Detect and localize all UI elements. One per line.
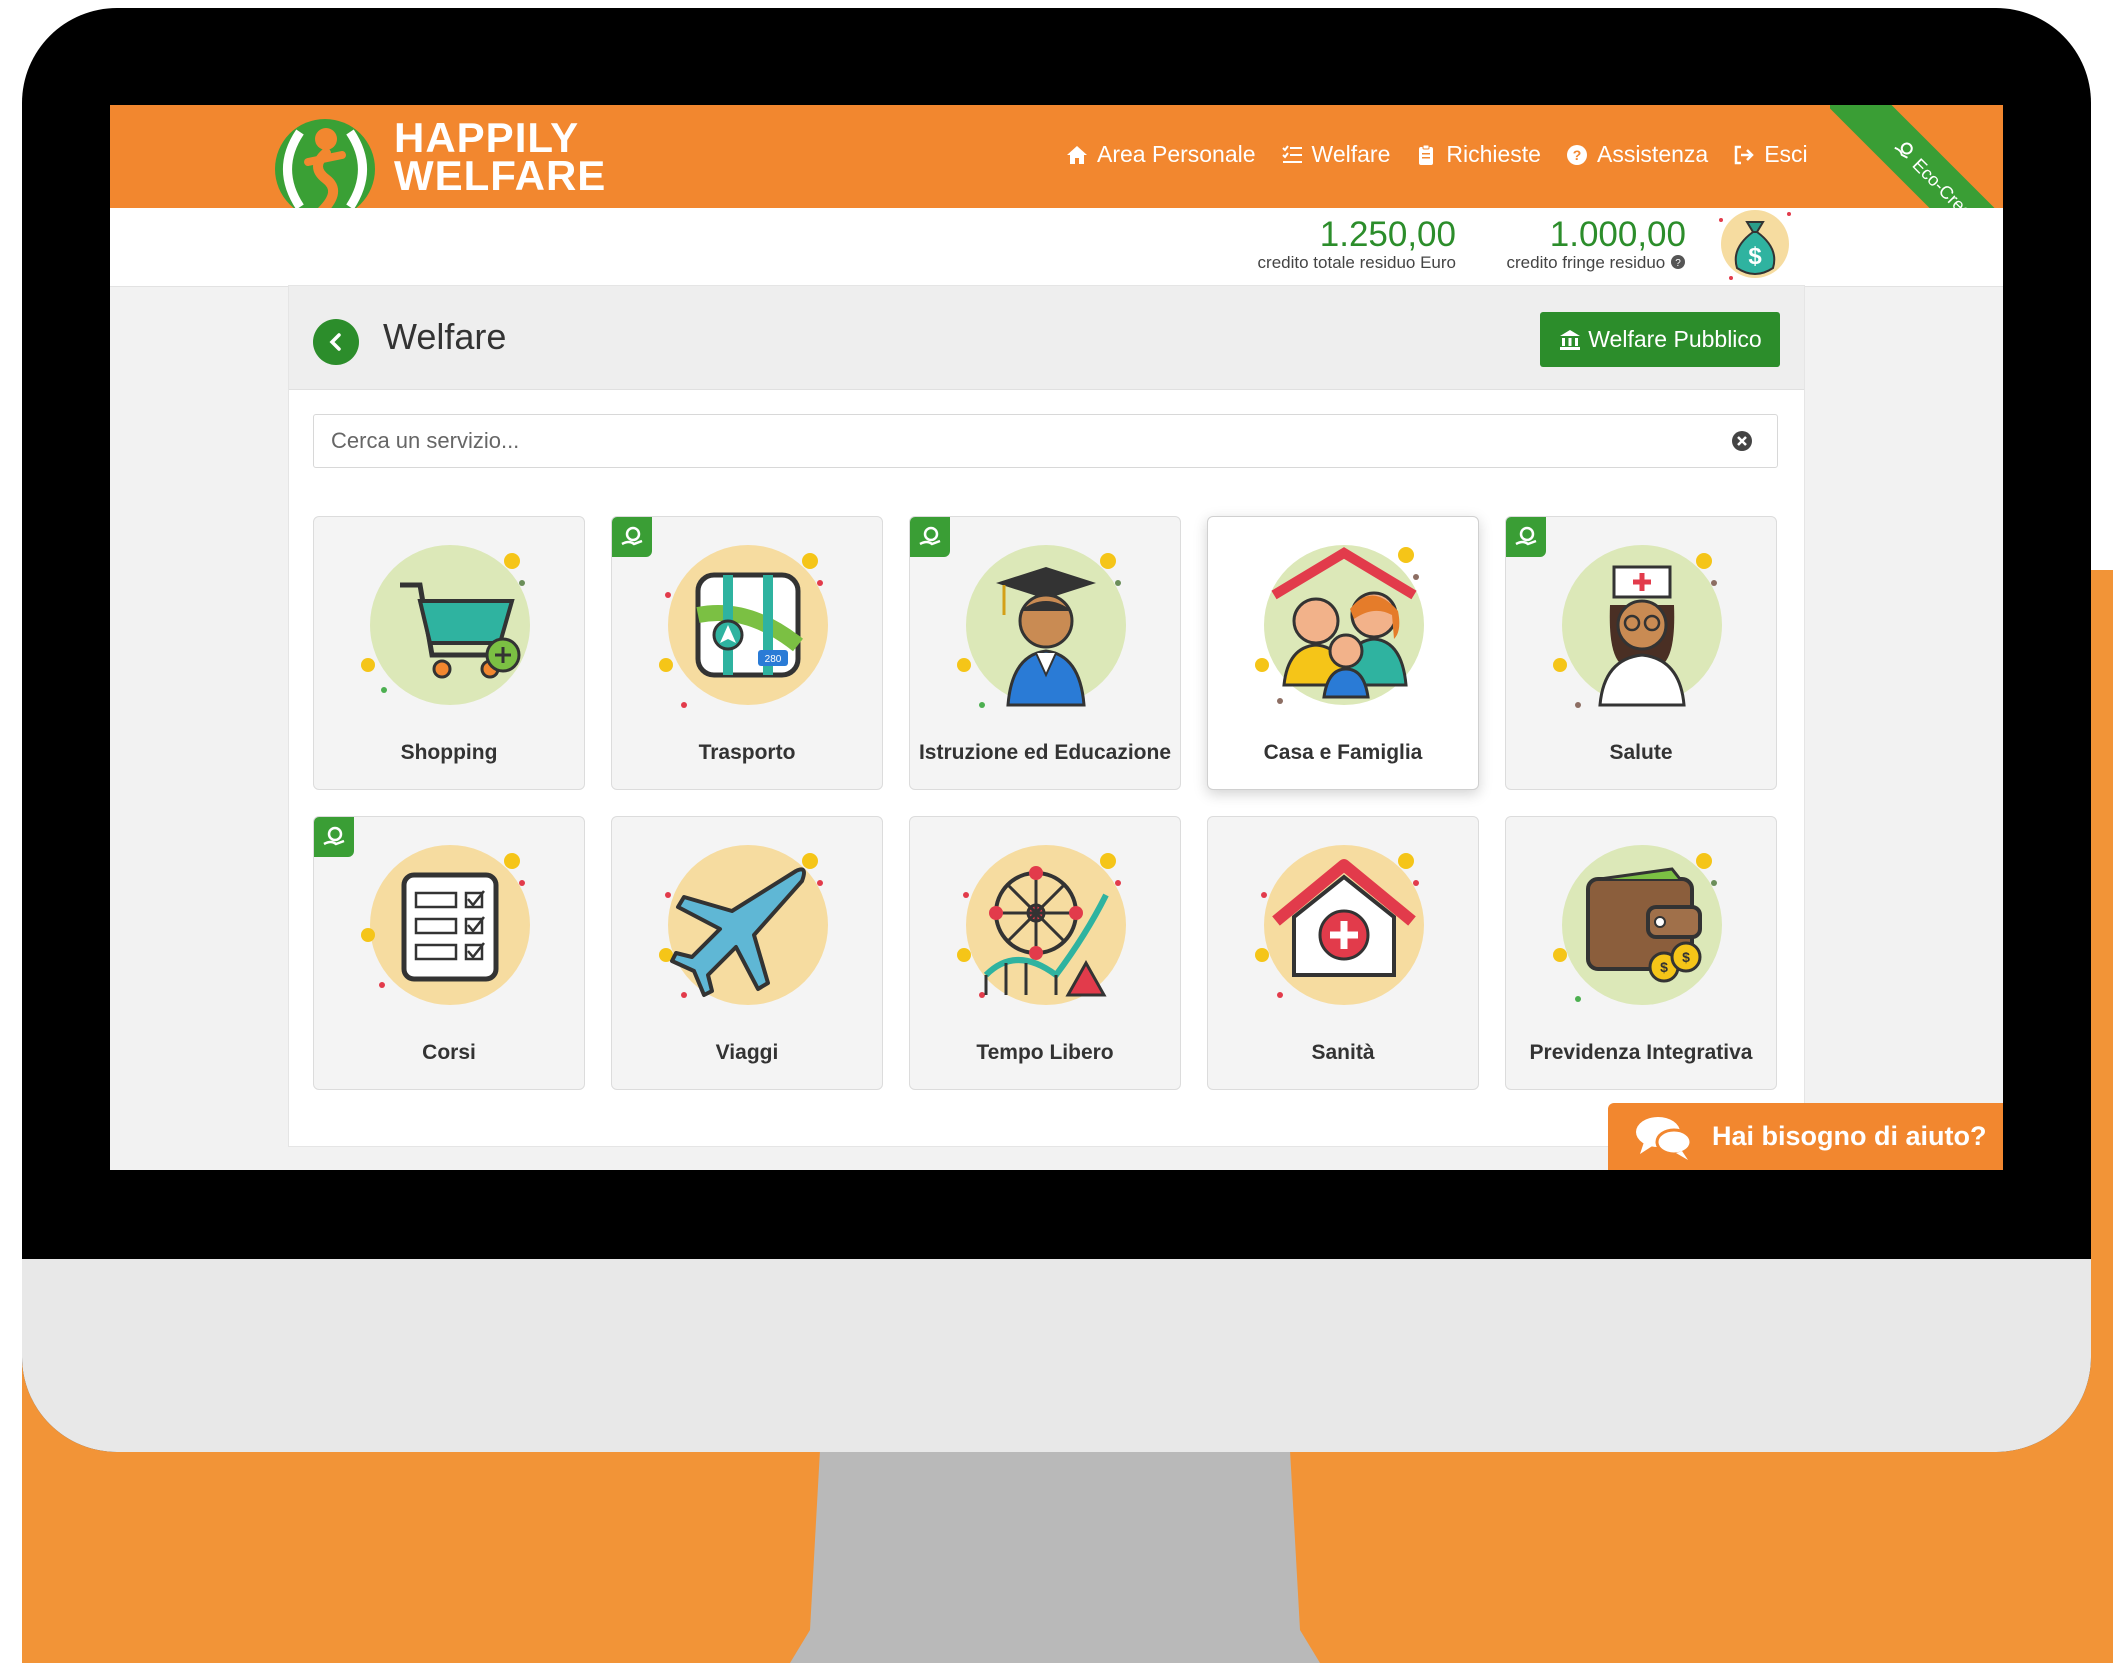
bank-icon — [1560, 329, 1581, 350]
chat-bubbles-icon — [1636, 1116, 1693, 1160]
svg-text:?: ? — [1573, 147, 1582, 163]
tile-salute[interactable]: Salute — [1505, 516, 1777, 790]
money-bag-icon: $ — [1719, 210, 1791, 280]
question-circle-icon: ? — [1566, 144, 1587, 165]
nav-esci[interactable]: Esci — [1732, 141, 1808, 168]
eco-badge — [910, 517, 950, 557]
eco-badge — [612, 517, 652, 557]
credit-fringe-amount: 1.000,00 — [1549, 215, 1686, 254]
tile-label: Salute — [1609, 741, 1673, 764]
shopping-cart-icon — [361, 545, 530, 705]
nav-label: Welfare — [1311, 141, 1391, 167]
airplane-icon — [659, 845, 828, 1005]
nav-label: Richieste — [1446, 141, 1541, 167]
credit-total-label: credito totale residuo Euro — [1257, 253, 1456, 272]
checklist-icon — [361, 845, 530, 1005]
tile-corsi[interactable]: Corsi — [313, 816, 585, 1090]
home-icon — [1067, 145, 1087, 164]
clear-search-icon[interactable] — [1731, 430, 1753, 452]
search-box — [313, 414, 1778, 468]
nav-richieste[interactable]: Richieste — [1414, 141, 1541, 168]
panel-header: Welfare Welfare Pubblico — [289, 286, 1804, 390]
eco-coin-hand-icon — [1515, 526, 1537, 546]
tile-label: Tempo Libero — [976, 1041, 1114, 1064]
tile-trasporto[interactable]: 280 Trasporto — [611, 516, 883, 790]
family-icon — [1255, 545, 1424, 705]
nav-area-personale[interactable]: Area Personale — [1065, 141, 1256, 168]
eco-coin-hand-icon — [919, 526, 941, 546]
sign-out-icon — [1734, 145, 1754, 164]
graduate-icon — [957, 545, 1126, 708]
svg-text:$: $ — [1748, 243, 1762, 270]
eco-coin-hand-icon — [1894, 142, 1914, 159]
tile-label: Previdenza Integrativa — [1529, 1041, 1753, 1064]
credit-total: 1.250,00 credito totale residuo Euro — [1258, 217, 1456, 273]
nav-label: Area Personale — [1097, 141, 1256, 167]
svg-text:$: $ — [1682, 949, 1690, 965]
back-button[interactable] — [313, 319, 359, 365]
app-screen: HAPPILY WELFARE Area Personale Welfare R… — [110, 105, 2003, 1170]
tile-istruzione[interactable]: Istruzione ed Educazione — [909, 516, 1181, 790]
list-icon — [1281, 144, 1302, 163]
tile-label: Corsi — [422, 1041, 476, 1064]
logo-line2: WELFARE — [394, 152, 607, 199]
tile-label: Shopping — [400, 741, 498, 764]
eco-badge — [314, 817, 354, 857]
nav-label: Esci — [1764, 141, 1808, 167]
search-input[interactable] — [314, 415, 1748, 467]
help-label: Hai bisogno di aiuto? — [1712, 1121, 1987, 1151]
map-icon: 280 — [659, 545, 828, 708]
page-title: Welfare — [383, 316, 507, 357]
tile-label: Trasporto — [698, 741, 796, 764]
nav-assistenza[interactable]: ? Assistenza — [1565, 141, 1708, 168]
hospital-icon — [1255, 845, 1424, 1005]
logo-text: HAPPILY WELFARE — [394, 117, 607, 199]
top-navbar: HAPPILY WELFARE Area Personale Welfare R… — [110, 105, 2003, 219]
tile-sanita[interactable]: Sanità — [1207, 816, 1479, 1090]
wallet-icon: $ $ — [1553, 845, 1722, 1005]
main-nav: Area Personale Welfare Richieste ? Assis… — [1065, 141, 1808, 168]
monitor-stand — [790, 1450, 1320, 1663]
eco-badge — [1506, 517, 1546, 557]
nav-label: Assistenza — [1596, 141, 1709, 167]
tile-viaggi[interactable]: Viaggi — [611, 816, 883, 1090]
eco-coin-hand-icon — [323, 826, 345, 846]
welfare-pubblico-button[interactable]: Welfare Pubblico — [1540, 312, 1780, 367]
tile-label: Istruzione ed Educazione — [918, 741, 1172, 764]
credit-fringe: 1.000,00 credito fringe residuo ? — [1507, 217, 1687, 273]
svg-text:?: ? — [1675, 258, 1681, 269]
help-chat-button[interactable]: Hai bisogno di aiuto? — [1608, 1103, 2003, 1170]
nurse-icon — [1553, 545, 1722, 708]
credit-total-amount: 1.250,00 — [1319, 215, 1456, 254]
tile-previdenza[interactable]: $ $ Previdenza Integrativa — [1505, 816, 1777, 1090]
svg-text:$: $ — [1660, 959, 1668, 975]
welfare-pubblico-label: Welfare Pubblico — [1588, 326, 1762, 352]
tile-label: Casa e Famiglia — [1263, 741, 1423, 764]
credit-fringe-label: credito fringe residuo — [1506, 253, 1666, 272]
svg-text:280: 280 — [765, 654, 782, 665]
tile-label: Viaggi — [715, 1041, 779, 1064]
chevron-left-icon — [329, 333, 341, 351]
info-icon[interactable]: ? — [1670, 254, 1686, 270]
tile-shopping[interactable]: Shopping — [313, 516, 585, 790]
nav-welfare[interactable]: Welfare — [1280, 141, 1391, 168]
clipboard-icon — [1419, 144, 1434, 165]
welfare-panel: Welfare Welfare Pubblico Shopping — [288, 285, 1805, 1147]
tile-tempo-libero[interactable]: Tempo Libero — [909, 816, 1181, 1090]
amusement-park-icon — [957, 845, 1126, 1005]
tile-label: Sanità — [1311, 1041, 1375, 1064]
eco-coin-hand-icon — [621, 526, 643, 546]
tile-casa-famiglia[interactable]: Casa e Famiglia — [1207, 516, 1479, 790]
monitor-chin — [22, 1259, 2091, 1452]
